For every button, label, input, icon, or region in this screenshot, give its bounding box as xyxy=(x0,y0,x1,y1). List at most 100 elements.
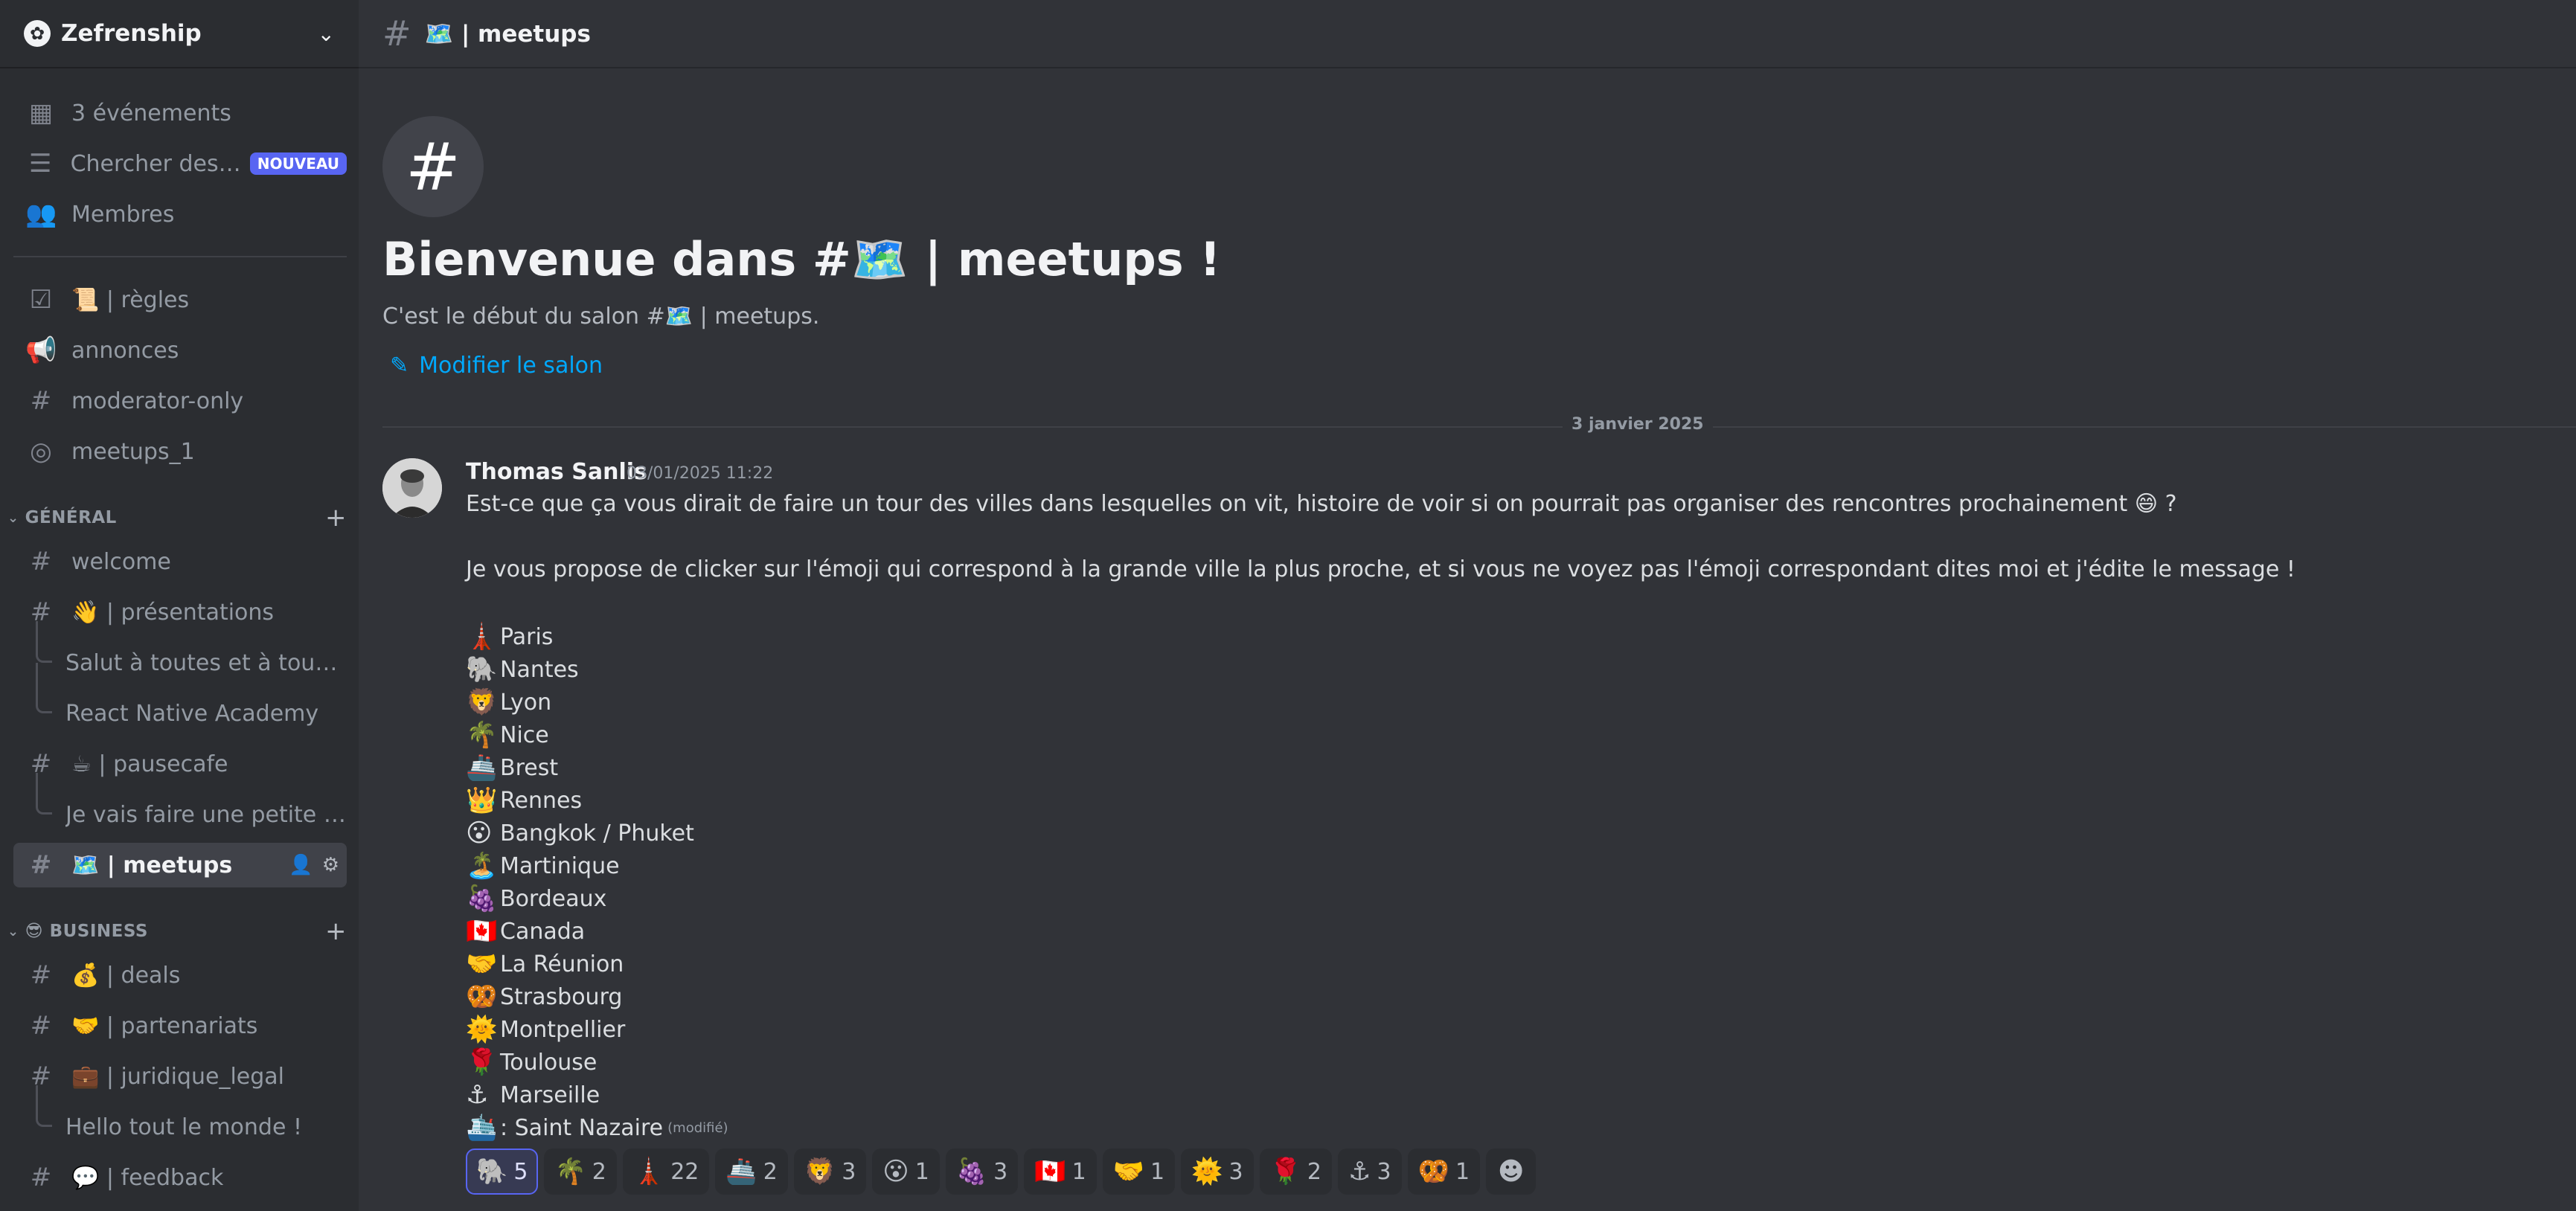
calendar-icon: ▦ xyxy=(28,98,54,128)
sidebar-item-meetups[interactable]: # 🗺️ | meetups 👤 ⚙ xyxy=(13,843,347,887)
sidebar-thread-item[interactable]: Je vais faire une petite l... xyxy=(33,792,347,837)
sidebar-item-label: Membres xyxy=(71,201,175,228)
reaction-button[interactable]: 🤝 1 xyxy=(1102,1149,1176,1195)
avatar[interactable] xyxy=(382,458,442,518)
chevron-down-icon: ⌄ xyxy=(7,923,19,939)
hash-icon: # xyxy=(30,1011,52,1041)
reaction-count: 3 xyxy=(993,1158,1008,1185)
city-line: 🍇 Bordeaux xyxy=(466,884,606,913)
add-channel-icon[interactable]: + xyxy=(325,916,347,946)
sidebar-item-deals[interactable]: # 💰 | deals xyxy=(13,953,347,998)
reaction-button[interactable]: 🦁 3 xyxy=(793,1149,867,1195)
sidebar-item-pausecafe[interactable]: # ☕ | pausecafe xyxy=(13,742,347,786)
reaction-count: 5 xyxy=(513,1158,528,1185)
city-emoji-icon: 🐘 xyxy=(466,655,498,684)
reaction-count: 1 xyxy=(1071,1158,1086,1185)
sidebar-item-partenariats[interactable]: # 🤝 | partenariats xyxy=(13,1003,347,1048)
reaction-count: 22 xyxy=(670,1158,699,1185)
city-emoji-icon: 🇨🇦 xyxy=(466,916,498,946)
sidebar-item-juridique[interactable]: # 💼 | juridique_legal xyxy=(13,1054,347,1099)
reaction-button[interactable]: 🍇 3 xyxy=(945,1149,1019,1195)
gear-icon[interactable]: ⚙ xyxy=(322,854,339,876)
edited-label: (modifié) xyxy=(667,1120,728,1136)
reaction-button[interactable]: 😮 1 xyxy=(872,1149,940,1195)
edit-channel-label: Modifier le salon xyxy=(419,353,603,379)
hash-icon: # xyxy=(30,960,52,990)
reaction-button[interactable]: 🗼 22 xyxy=(622,1149,710,1195)
reaction-button[interactable]: 🥨 1 xyxy=(1407,1149,1481,1195)
sidebar-item-presentations[interactable]: # 👋 | présentations xyxy=(13,590,347,635)
city-emoji-icon: 🛳️ xyxy=(466,1113,498,1143)
reaction-count: 3 xyxy=(1228,1158,1243,1185)
server-name: Zefrenship xyxy=(61,20,202,47)
sidebar-thread-item[interactable]: Salut à toutes et à tous ... xyxy=(33,640,347,685)
hash-icon: # xyxy=(30,850,52,880)
city-name: Bordeaux xyxy=(500,885,607,912)
rules-icon: ☑ xyxy=(29,285,53,315)
add-channel-icon[interactable]: + xyxy=(325,503,347,533)
sidebar-item-annonces[interactable]: 📢 annonces xyxy=(13,328,347,373)
city-emoji-icon: 🤝 xyxy=(466,949,498,979)
sidebar-item-members[interactable]: 👥 Membres xyxy=(13,192,347,237)
sidebar-item-browse[interactable]: ☰ Chercher des ... NOUVEAU xyxy=(13,141,347,186)
reaction-button[interactable]: 🐘 5 xyxy=(466,1149,539,1195)
city-emoji-icon: 🌹 xyxy=(466,1047,498,1077)
reaction-count: 2 xyxy=(1307,1158,1322,1185)
channel-sidebar: ✿ Zefrenship ⌄ ▦ 3 événements ☰ Chercher… xyxy=(0,0,359,1211)
hash-icon: # xyxy=(30,547,52,576)
add-reaction-icon: ☻ xyxy=(1498,1157,1525,1186)
hash-icon: # xyxy=(30,1163,52,1192)
sidebar-item-moderator-only[interactable]: # moderator-only xyxy=(13,379,347,423)
city-line: 👑 Rennes xyxy=(466,786,582,815)
sidebar-item-meetups-1[interactable]: ◎ meetups_1 xyxy=(13,429,347,474)
city-emoji-icon: 👑 xyxy=(466,786,498,815)
chevron-down-icon[interactable]: ⌄ xyxy=(318,22,335,46)
sidebar-item-feedback[interactable]: # 💬 | feedback xyxy=(13,1155,347,1200)
message-author[interactable]: Thomas Sanlis xyxy=(466,459,647,485)
sidebar-thread-item[interactable]: React Native Academy xyxy=(33,691,347,736)
reaction-emoji-icon: 🌹 xyxy=(1269,1157,1301,1186)
city-name: Strasbourg xyxy=(500,983,623,1010)
edit-channel-link[interactable]: ✎ Modifier le salon xyxy=(390,353,603,379)
reaction-button[interactable]: 🌴 2 xyxy=(544,1149,617,1195)
invite-icon[interactable]: 👤 xyxy=(289,854,313,876)
sidebar-item-label: 3 événements xyxy=(71,100,231,126)
category-business[interactable]: ⌄ 😎 BUSINESS + xyxy=(7,916,347,946)
date-divider-label: 3 janvier 2025 xyxy=(1563,415,1713,434)
city-name: Toulouse xyxy=(500,1049,597,1076)
sidebar-item-label: ☕ | pausecafe xyxy=(71,751,228,777)
reaction-emoji-icon: 🇨🇦 xyxy=(1034,1157,1066,1186)
reaction-emoji-icon: 🦁 xyxy=(804,1157,836,1186)
sidebar-item-label: moderator-only xyxy=(71,388,244,414)
thread-label: Hello tout le monde ! xyxy=(65,1114,302,1140)
sidebar-item-label: 🤝 | partenariats xyxy=(71,1012,258,1039)
reaction-button[interactable]: 🌞 3 xyxy=(1181,1149,1254,1195)
reaction-button[interactable]: 🚢 2 xyxy=(715,1149,788,1195)
reaction-button[interactable]: 🌹 2 xyxy=(1259,1149,1333,1195)
add-reaction-button[interactable]: ☻ xyxy=(1486,1149,1537,1195)
city-line: 🐘 Nantes xyxy=(466,655,579,684)
reaction-emoji-icon: 🗼 xyxy=(632,1157,665,1186)
new-badge: NOUVEAU xyxy=(249,152,347,175)
city-line: 🥨 Strasbourg xyxy=(466,982,622,1012)
category-general[interactable]: ⌄ GÉNÉRAL + xyxy=(7,503,347,533)
sidebar-item-label: welcome xyxy=(71,548,171,575)
sidebar-thread-item[interactable]: Hello tout le monde ! xyxy=(33,1105,347,1149)
sidebar-item-label: 💼 | juridique_legal xyxy=(71,1063,284,1090)
reaction-emoji-icon: 🌴 xyxy=(554,1157,586,1186)
city-line: 🦁 Lyon xyxy=(466,687,551,717)
city-line: 🌞 Montpellier xyxy=(466,1015,625,1044)
sidebar-item-events[interactable]: ▦ 3 événements xyxy=(13,91,347,135)
reaction-button[interactable]: ⚓ 3 xyxy=(1338,1149,1402,1195)
server-header[interactable]: ✿ Zefrenship ⌄ xyxy=(0,0,359,68)
category-label: GÉNÉRAL xyxy=(25,508,117,527)
channel-hash-icon: # xyxy=(382,116,484,217)
reaction-button[interactable]: 🇨🇦 1 xyxy=(1024,1149,1097,1195)
city-emoji-icon: 😮 xyxy=(466,818,493,848)
hash-icon: # xyxy=(382,13,411,54)
city-line: 🏝️ Martinique xyxy=(466,851,620,881)
sidebar-item-rules[interactable]: ☑ 📜 | règles xyxy=(13,277,347,322)
sidebar-item-welcome[interactable]: # welcome xyxy=(13,539,347,584)
city-line: 🚢 Brest xyxy=(466,753,558,783)
reaction-count: 1 xyxy=(1150,1158,1165,1185)
